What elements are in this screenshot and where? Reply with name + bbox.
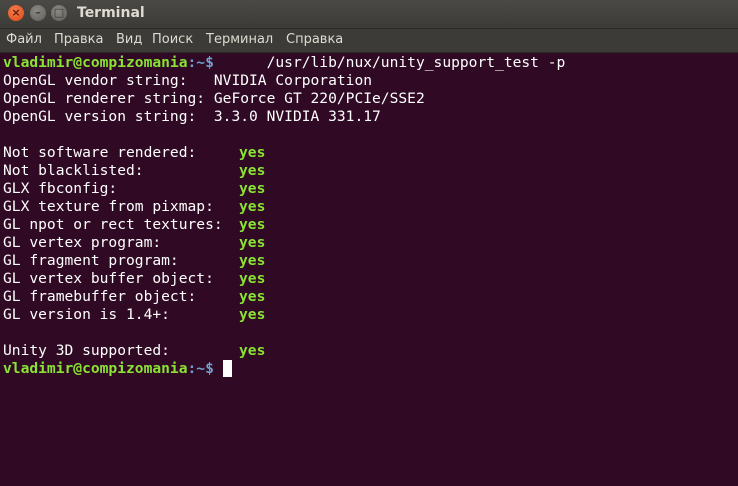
check-value: yes — [239, 270, 266, 287]
check-line: Not blacklisted: yes — [3, 162, 723, 180]
window-title: Terminal — [77, 5, 145, 21]
command-text: /usr/lib/nux/unity_support_test -p — [213, 54, 566, 71]
final-prompt-line[interactable]: vladimir@compizomania:~$ — [3, 360, 232, 378]
summary-value: yes — [239, 342, 266, 359]
prompt-path: :~$ — [187, 54, 214, 71]
maximize-window-button[interactable]: □ — [51, 5, 67, 21]
check-line: GL framebuffer object: yes — [3, 288, 723, 306]
info-line: OpenGL vendor string: NVIDIA Corporation — [3, 72, 373, 89]
terminal-window: × – □ Terminal Файл Правка Вид Поиск Тер… — [0, 0, 738, 486]
text-cursor — [222, 360, 232, 377]
check-value: yes — [239, 234, 266, 251]
check-line: Not software rendered: yes — [3, 144, 723, 162]
command-line: vladimir@compizomania:~$ /usr/lib/nux/un… — [3, 54, 565, 72]
check-value: yes — [239, 306, 266, 323]
check-line: GLX fbconfig: yes — [3, 180, 723, 198]
menu-search[interactable]: Поиск — [152, 32, 193, 47]
check-label: GLX texture from pixmap: — [3, 198, 214, 215]
minimize-window-button[interactable]: – — [30, 5, 46, 21]
check-value: yes — [239, 198, 266, 215]
prompt-user: vladimir@compizomania — [3, 54, 188, 71]
prompt-user: vladimir@compizomania — [3, 360, 188, 377]
title-bar[interactable]: × – □ Terminal — [0, 0, 738, 29]
check-label: GL npot or rect textures: — [3, 216, 223, 233]
check-line: GL npot or rect textures: yes — [3, 216, 723, 234]
check-label: GL fragment program: — [3, 252, 179, 269]
menu-bar: Файл Правка Вид Поиск Терминал Справка — [0, 29, 738, 53]
check-value: yes — [239, 144, 266, 161]
terminal-output[interactable]: vladimir@compizomania:~$ /usr/lib/nux/un… — [0, 53, 738, 486]
menu-terminal[interactable]: Терминал — [206, 32, 273, 47]
check-line: GLX texture from pixmap: yes — [3, 198, 723, 216]
check-line: GL vertex program: yes — [3, 234, 723, 252]
info-line: OpenGL version string: 3.3.0 NVIDIA 331.… — [3, 108, 381, 125]
check-label: GL vertex program: — [3, 234, 162, 251]
menu-file[interactable]: Файл — [6, 32, 42, 47]
summary-line: Unity 3D supported: yes — [3, 342, 723, 360]
check-value: yes — [239, 288, 266, 305]
menu-help[interactable]: Справка — [286, 32, 343, 47]
menu-edit[interactable]: Правка — [54, 32, 103, 47]
info-line: OpenGL renderer string: GeForce GT 220/P… — [3, 90, 425, 107]
check-line: GL vertex buffer object: yes — [3, 270, 723, 288]
check-value: yes — [239, 252, 266, 269]
summary-label: Unity 3D supported: — [3, 342, 170, 359]
check-label: GL version is 1.4+: — [3, 306, 170, 323]
menu-view[interactable]: Вид — [116, 32, 142, 47]
check-line: GL fragment program: yes — [3, 252, 723, 270]
close-window-button[interactable]: × — [8, 5, 24, 21]
check-value: yes — [239, 162, 266, 179]
check-label: GLX fbconfig: — [3, 180, 118, 197]
check-value: yes — [239, 216, 266, 233]
check-label: GL framebuffer object: — [3, 288, 197, 305]
check-line: GL version is 1.4+: yes — [3, 306, 723, 324]
prompt-path: :~$ — [187, 360, 214, 377]
check-label: GL vertex buffer object: — [3, 270, 214, 287]
check-value: yes — [239, 180, 266, 197]
check-label: Not software rendered: — [3, 144, 197, 161]
check-label: Not blacklisted: — [3, 162, 144, 179]
